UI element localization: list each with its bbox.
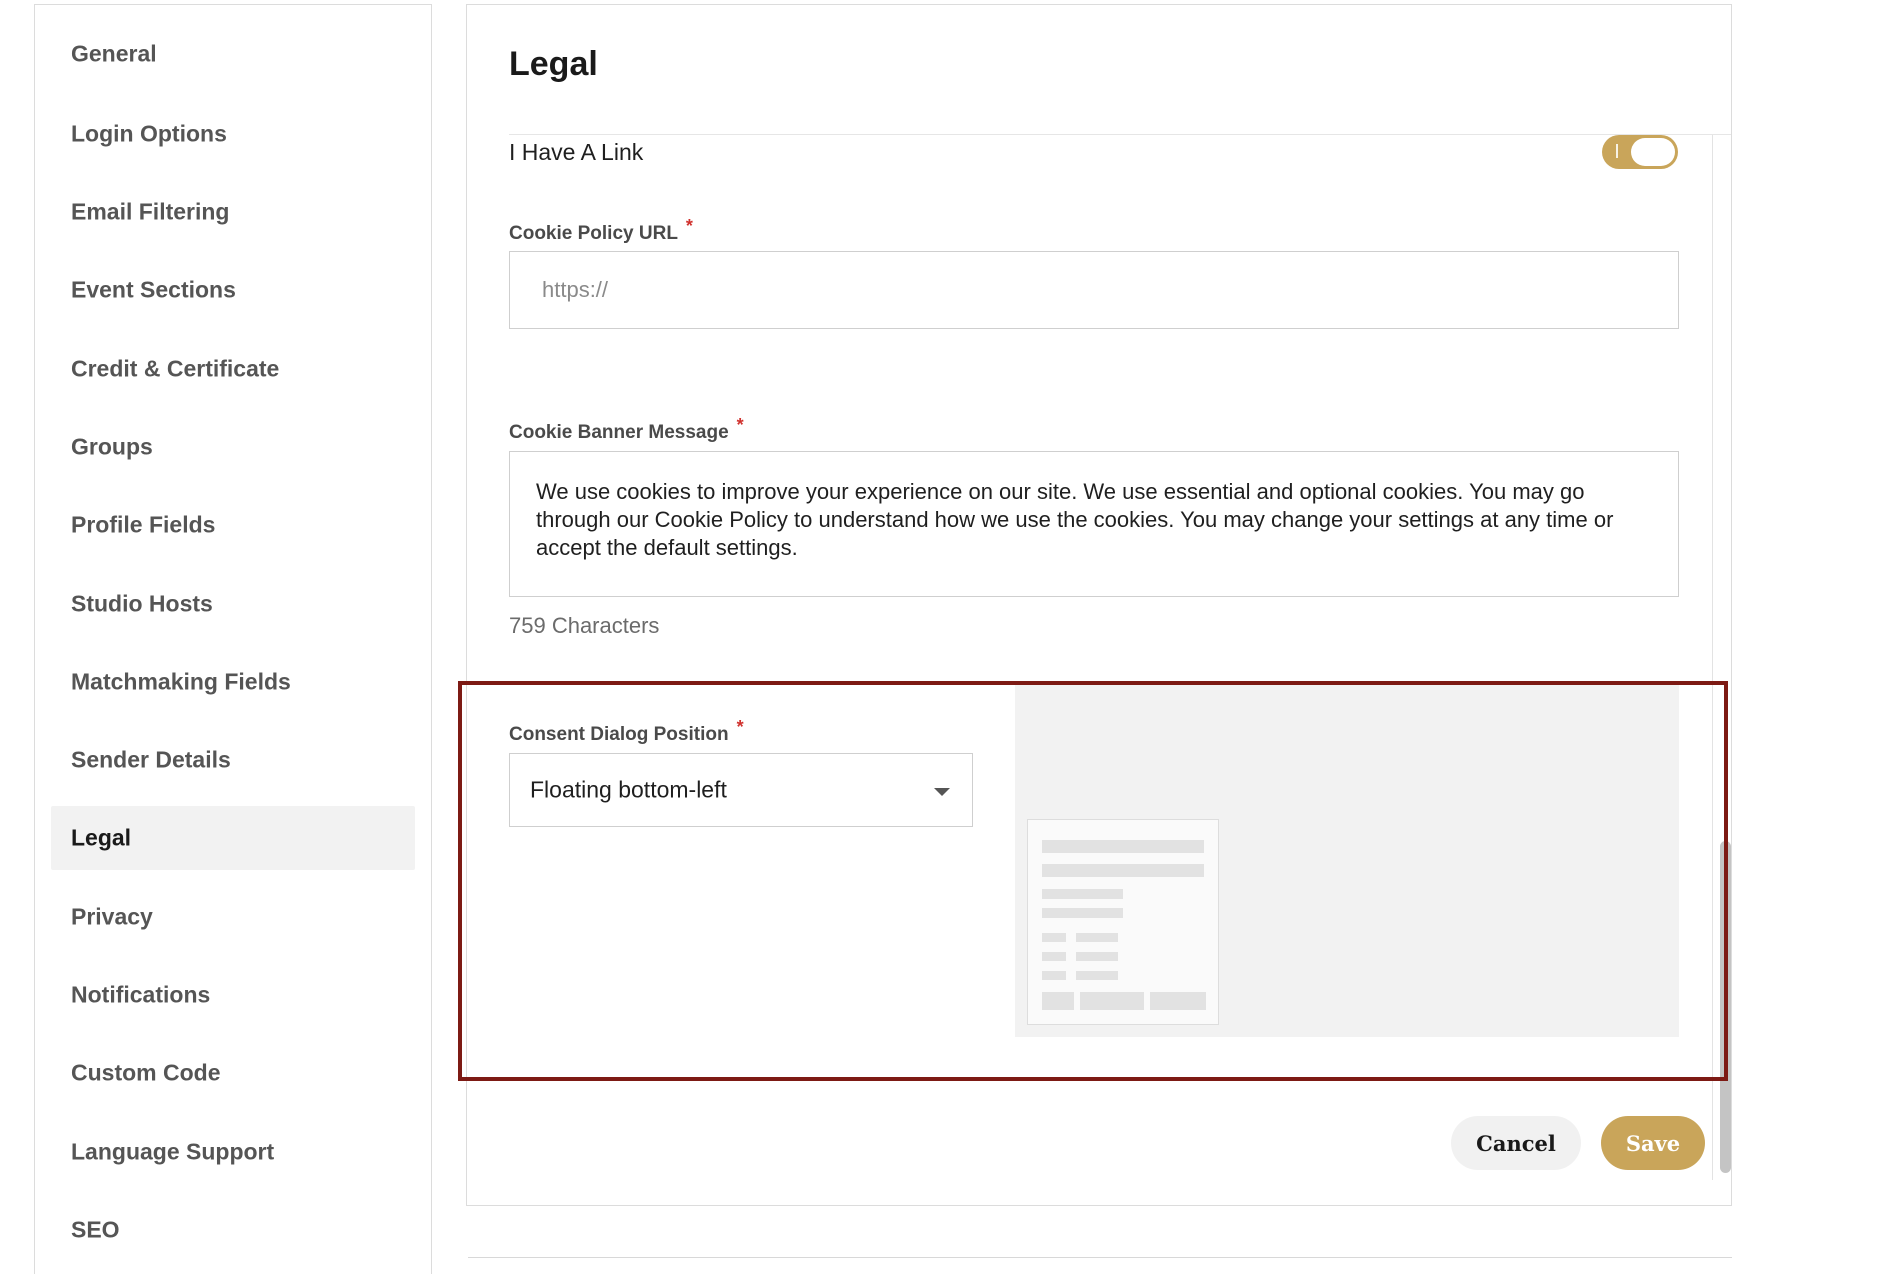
selected-position-value: Floating bottom-left	[530, 776, 727, 803]
sidebar-item-label: Groups	[71, 433, 153, 460]
preview-text-bar	[1042, 864, 1204, 877]
sidebar-item-general[interactable]: General	[51, 22, 415, 86]
cookie-policy-url-input[interactable]	[509, 251, 1679, 329]
sidebar-item-label: Language Support	[71, 1138, 275, 1165]
toggle-on-mark	[1616, 144, 1618, 158]
chevron-down-icon	[934, 788, 950, 796]
sidebar-item-event-sections[interactable]: Event Sections	[51, 258, 415, 322]
sidebar-item-label: Matchmaking Fields	[71, 668, 291, 695]
sidebar-item-seo[interactable]: SEO	[51, 1198, 415, 1262]
sidebar-item-custom-code[interactable]: Custom Code	[51, 1041, 415, 1105]
sidebar-item-label: Legal	[71, 824, 132, 851]
sidebar-item-language-support[interactable]: Language Support	[51, 1120, 415, 1184]
settings-sidebar: General Login Options Email Filtering Ev…	[34, 4, 432, 1274]
sidebar-item-label: Custom Code	[71, 1059, 221, 1086]
sidebar-item-label: Credit & Certificate	[71, 355, 280, 382]
sidebar-item-credit-certificate[interactable]: Credit & Certificate	[51, 337, 415, 401]
sidebar-item-notifications[interactable]: Notifications	[51, 963, 415, 1027]
consent-dialog-position-label: Consent Dialog Position *	[509, 717, 744, 746]
consent-dialog-position-select[interactable]: Floating bottom-left	[509, 753, 973, 827]
character-count: 759 Characters	[509, 613, 660, 638]
sidebar-item-login-options[interactable]: Login Options	[51, 102, 415, 166]
dialog-preview-thumbnail	[1027, 819, 1219, 1025]
required-asterisk: *	[736, 717, 744, 737]
preview-text-bar	[1042, 908, 1123, 918]
cookie-banner-message-label-text: Cookie Banner Message	[509, 422, 729, 443]
vertical-scrollbar[interactable]	[1720, 841, 1731, 1173]
sidebar-item-profile-fields[interactable]: Profile Fields	[51, 493, 415, 557]
preview-button	[1150, 992, 1206, 1010]
sidebar-item-label: Login Options	[71, 120, 227, 147]
link-toggle-label: I Have A Link	[509, 139, 644, 165]
sidebar-item-sender-details[interactable]: Sender Details	[51, 728, 415, 792]
toggle-knob	[1631, 138, 1675, 166]
sidebar-item-legal[interactable]: Legal	[51, 806, 415, 870]
preview-text-bar	[1042, 889, 1123, 899]
preview-option-label	[1076, 971, 1118, 980]
required-asterisk: *	[736, 415, 744, 435]
preview-option-box	[1042, 952, 1066, 961]
preview-option-label	[1076, 933, 1118, 942]
preview-button	[1042, 992, 1074, 1010]
consent-dialog-position-label-text: Consent Dialog Position	[509, 724, 729, 745]
page-title: Legal	[509, 45, 598, 83]
sidebar-item-label: Notifications	[71, 981, 211, 1008]
consent-dialog-preview	[1015, 685, 1679, 1037]
cookie-policy-url-label: Cookie Policy URL *	[509, 216, 693, 245]
sidebar-item-label: Profile Fields	[71, 511, 216, 538]
sidebar-item-label: General	[71, 40, 157, 67]
sidebar-item-label: Studio Hosts	[71, 590, 213, 617]
sidebar-item-email-filtering[interactable]: Email Filtering	[51, 180, 415, 244]
cookie-banner-message-label: Cookie Banner Message *	[509, 415, 744, 444]
header-divider	[509, 134, 1731, 135]
preview-option-label	[1076, 952, 1118, 961]
cancel-button[interactable]: Cancel	[1451, 1116, 1581, 1170]
cookie-banner-message-textarea[interactable]: We use cookies to improve your experienc…	[509, 451, 1679, 597]
sidebar-item-studio-hosts[interactable]: Studio Hosts	[51, 572, 415, 636]
sidebar-item-label: Privacy	[71, 903, 153, 930]
sidebar-item-label: Email Filtering	[71, 198, 230, 225]
cookie-policy-url-label-text: Cookie Policy URL	[509, 223, 678, 244]
preview-button	[1080, 992, 1144, 1010]
preview-option-box	[1042, 933, 1066, 942]
footer-divider	[468, 1257, 1732, 1258]
sidebar-item-label: SEO	[71, 1216, 120, 1243]
sidebar-item-label: Event Sections	[71, 276, 236, 303]
link-toggle-switch[interactable]	[1602, 135, 1678, 169]
preview-title-bar	[1042, 840, 1204, 853]
sidebar-item-label: Sender Details	[71, 746, 231, 773]
preview-option-box	[1042, 971, 1066, 980]
scroll-track-line	[1712, 135, 1713, 1180]
sidebar-item-matchmaking-fields[interactable]: Matchmaking Fields	[51, 650, 415, 714]
sidebar-item-privacy[interactable]: Privacy	[51, 885, 415, 949]
sidebar-item-groups[interactable]: Groups	[51, 415, 415, 479]
required-asterisk: *	[685, 216, 693, 236]
legal-settings-panel: Legal I Have A Link Cookie Policy URL * C…	[466, 4, 1732, 1206]
save-button[interactable]: Save	[1601, 1116, 1705, 1170]
